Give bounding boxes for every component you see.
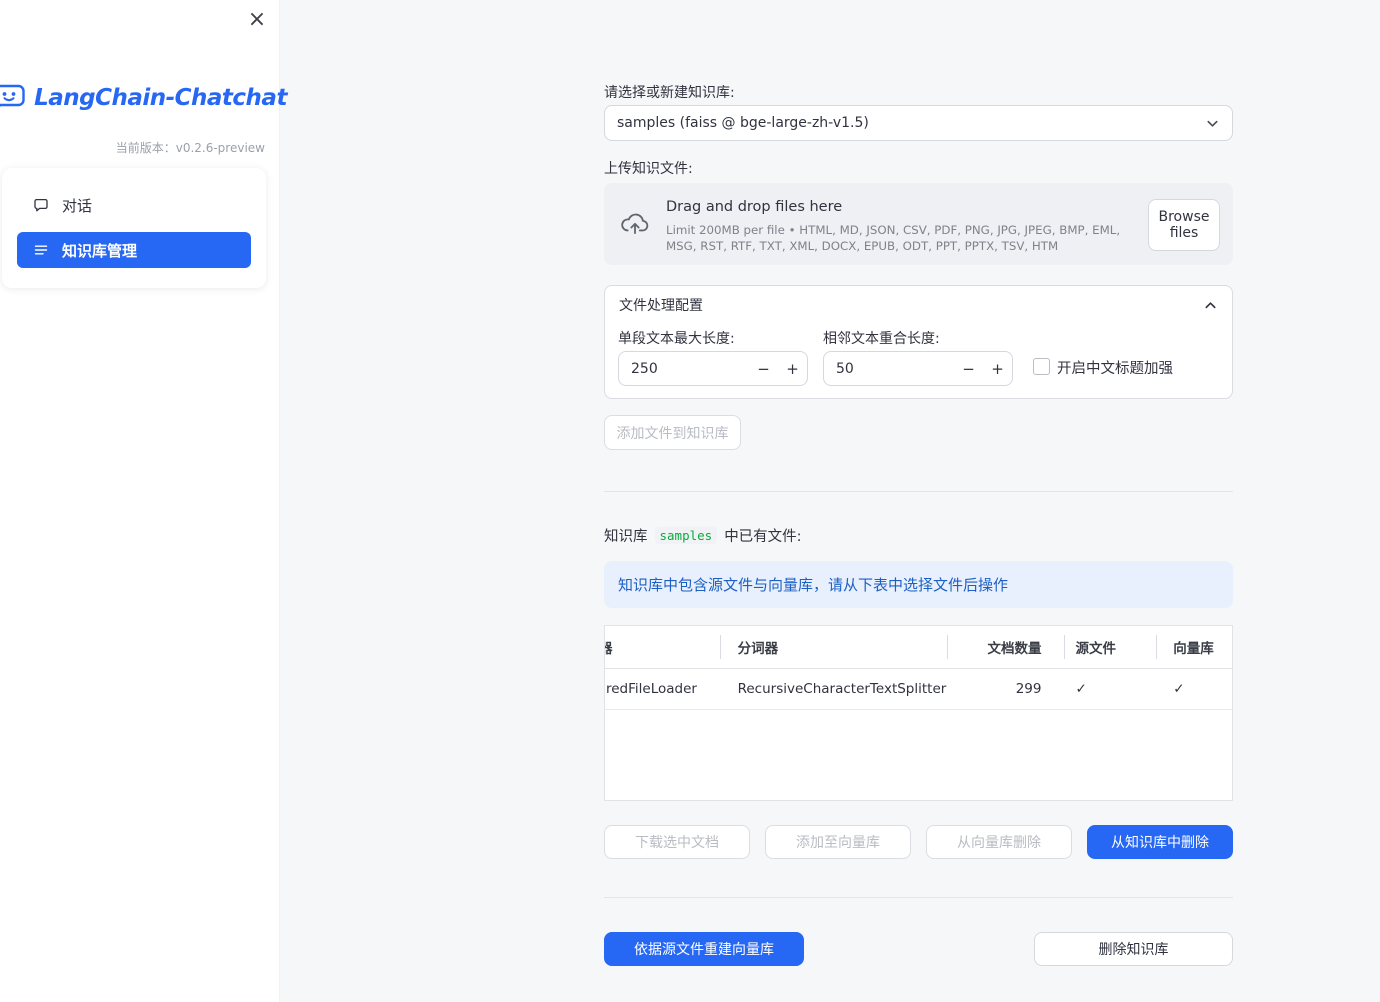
col-header-source-file: 源文件 — [1063, 626, 1157, 668]
rebuild-vector-store-button[interactable]: 依据源文件重建向量库 — [604, 932, 804, 966]
sidebar-menu: 对话 知识库管理 — [2, 168, 266, 288]
expander-header[interactable]: 文件处理配置 — [605, 286, 1232, 324]
add-to-vector-store-button[interactable]: 添加至向量库 — [765, 825, 911, 859]
upload-label: 上传知识文件: — [604, 161, 693, 177]
list-icon — [33, 242, 49, 258]
overlap-increment-button[interactable]: + — [983, 352, 1012, 385]
chevron-up-icon — [1203, 298, 1218, 313]
app-logo: LangChain-Chatchat — [0, 84, 287, 112]
clipped-header-text: 器 — [605, 637, 613, 657]
chunk-size-decrement-button[interactable]: − — [749, 352, 778, 385]
zh-title-enhance-checkbox[interactable] — [1033, 358, 1050, 375]
chat-icon — [33, 197, 49, 213]
zh-title-enhance-label: 开启中文标题加强 — [1057, 361, 1173, 377]
chunk-size-value[interactable]: 250 — [619, 361, 749, 377]
existing-files-heading: 知识库 samples 中已有文件: — [604, 525, 802, 546]
dropzone-hint: Limit 200MB per file • HTML, MD, JSON, C… — [666, 223, 1121, 253]
divider — [604, 897, 1233, 898]
cell-source-check: ✓ — [1075, 681, 1087, 697]
table-row[interactable]: redFileLoader RecursiveCharacterTextSpli… — [605, 669, 1232, 710]
expander-title: 文件处理配置 — [619, 298, 703, 314]
menu-item-label: 对话 — [62, 196, 93, 215]
chunk-size-label: 单段文本最大长度: — [618, 331, 735, 347]
browse-files-button[interactable]: Browse files — [1148, 199, 1220, 251]
cell-loader: redFileLoader — [606, 681, 697, 697]
delete-kb-button[interactable]: 删除知识库 — [1034, 932, 1233, 966]
chunk-size-increment-button[interactable]: + — [778, 352, 807, 385]
dropzone-title: Drag and drop files here — [666, 199, 843, 215]
chevron-down-icon — [1205, 116, 1220, 131]
sidebar-close-button[interactable]: × — [242, 4, 272, 34]
existing-prefix: 知识库 — [604, 529, 648, 545]
file-config-expander: 文件处理配置 单段文本最大长度: 相邻文本重合长度: 250 − + 50 − … — [604, 285, 1233, 399]
logo-chat-icon — [0, 84, 25, 112]
add-files-button[interactable]: 添加文件到知识库 — [604, 415, 741, 450]
logo-text: LangChain-Chatchat — [34, 85, 287, 111]
overlap-label: 相邻文本重合长度: — [823, 331, 940, 347]
download-selected-button[interactable]: 下载选中文档 — [604, 825, 750, 859]
col-header-splitter: 分词器 — [719, 626, 947, 668]
overlap-value[interactable]: 50 — [824, 361, 954, 377]
kb-select-label: 请选择或新建知识库: — [604, 85, 735, 101]
version-text: 当前版本：v0.2.6-preview — [115, 141, 265, 155]
files-table: 器 分词器 文档数量 源文件 向量库 redFileLoader Recursi… — [604, 625, 1233, 801]
delete-from-kb-button[interactable]: 从知识库中删除 — [1087, 825, 1233, 859]
main-content: 请选择或新建知识库: samples (faiss @ bge-large-zh… — [280, 0, 1380, 1002]
info-text: 知识库中包含源文件与向量库，请从下表中选择文件后操作 — [618, 576, 1009, 594]
kb-select[interactable]: samples (faiss @ bge-large-zh-v1.5) — [604, 105, 1233, 141]
app-window: × LangChain-Chatchat 当前版本：v0.2.6-preview — [0, 0, 1380, 1002]
close-icon: × — [247, 6, 267, 32]
cell-docs-count: 299 — [1015, 681, 1042, 697]
col-header-docs-count: 文档数量 — [946, 626, 1064, 668]
sidebar-item-dialogue[interactable]: 对话 — [17, 187, 251, 223]
divider — [604, 491, 1233, 492]
chunk-size-input: 250 − + — [618, 351, 808, 386]
col-header-vector-store: 向量库 — [1156, 626, 1232, 668]
kb-name-code: samples — [654, 527, 718, 544]
col-header-loader-partial: 器 — [605, 626, 720, 668]
overlap-input: 50 − + — [823, 351, 1013, 386]
cell-vector-check: ✓ — [1173, 681, 1185, 697]
info-banner: 知识库中包含源文件与向量库，请从下表中选择文件后操作 — [604, 561, 1233, 608]
file-dropzone[interactable]: Drag and drop files here Limit 200MB per… — [604, 183, 1233, 265]
existing-suffix: 中已有文件: — [724, 529, 802, 545]
menu-item-label: 知识库管理 — [62, 241, 138, 260]
table-header-row: 器 分词器 文档数量 源文件 向量库 — [605, 626, 1232, 669]
kb-select-value: samples (faiss @ bge-large-zh-v1.5) — [617, 115, 869, 131]
overlap-decrement-button[interactable]: − — [954, 352, 983, 385]
delete-from-vector-store-button[interactable]: 从向量库删除 — [926, 825, 1072, 859]
cloud-upload-icon — [619, 210, 651, 236]
cell-splitter: RecursiveCharacterTextSplitter — [737, 681, 947, 697]
sidebar: × LangChain-Chatchat 当前版本：v0.2.6-preview — [0, 0, 287, 1002]
sidebar-item-knowledge-base[interactable]: 知识库管理 — [17, 232, 251, 268]
